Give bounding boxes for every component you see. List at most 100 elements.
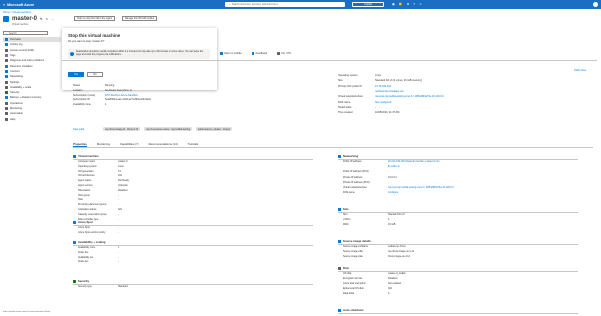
tags-edit-link[interactable]: Tags (edit) [73, 128, 99, 131]
property-key: Operating system [78, 164, 97, 168]
property-value: 4 [388, 218, 390, 222]
property-row: Status Running [73, 84, 114, 87]
global-search-input[interactable]: ⌕ Search resources, services, and docs (… [225, 2, 345, 7]
property-row: Capacity reservation group - [78, 213, 119, 216]
sidebar-item-icon [5, 59, 8, 63]
property-key: Private IP address (IPv6) [343, 180, 370, 184]
tag-pill[interactable]: rsp-rhcos-image-id : rhcos-4.14 [103, 127, 141, 132]
section-title: Azure Spot [78, 220, 93, 224]
section-net-section: Networking [338, 154, 358, 158]
feedback-icon[interactable]: ☺ [419, 2, 422, 6]
property-key: Agent version [78, 184, 93, 187]
search-placeholder: Search resources, services, and docs (G+… [231, 3, 278, 6]
favorite-icon[interactable]: ☆ [46, 17, 49, 21]
sidebar-item-label: Settings [10, 80, 20, 84]
property-value[interactable]: rsp-vnet-rsp-redhat-testing-vnet-3 / 10f… [375, 95, 444, 98]
section-title: Disk [343, 266, 349, 270]
sidebar-item-label: Diagnose and solve problems [10, 59, 45, 63]
property-value: rsp-rhcos-image-os-4.14 [388, 250, 415, 254]
tab-manage-notification[interactable]: Manage this VM with Copilot [122, 16, 158, 21]
property-key: Availability zone [73, 103, 91, 107]
property-key [343, 165, 388, 168]
property-row: lb-public-ip [343, 165, 400, 168]
notifications-icon[interactable]: 🔔 [399, 2, 403, 6]
avatar [593, 1, 598, 7]
breadcrumb[interactable]: Home > Virtual machines [3, 11, 31, 14]
property-value: Disabled [118, 188, 128, 192]
json-view-link[interactable]: JSON View [574, 69, 586, 72]
tab-stop-notification[interactable]: Help me stop this VM in the region [74, 16, 116, 21]
property-value: 0 [388, 292, 390, 295]
property-value[interactable]: Configure [388, 191, 398, 194]
property-row: Azure disk encryption Not enabled [343, 282, 401, 285]
property-value: Standard [118, 285, 128, 288]
settings-icon[interactable]: ⚙ [407, 2, 410, 6]
property-value: - [118, 255, 119, 259]
dialog-question: Do you want to stop 'master-0'? [68, 40, 105, 43]
property-key: Availability zone [78, 246, 96, 249]
property-value: Southeast Asia (Zone 1) [105, 88, 132, 92]
property-key: Agent status [78, 179, 92, 183]
property-value: 10.0.0.4 [388, 175, 397, 179]
property-row: Time created 10/25/2023, 11:37 AM [338, 111, 399, 114]
sidebar-search-input[interactable]: ⌕ Search [3, 31, 48, 35]
copilot-button[interactable]: Copilot [352, 2, 384, 7]
sidebar-item-label: Backup + disaster recovery [10, 96, 42, 100]
toolbar-feedback-button[interactable]: Feedback [251, 52, 267, 55]
yes-button[interactable]: Yes [68, 72, 84, 77]
cloud-shell-icon[interactable]: ▣ [392, 2, 395, 6]
property-value[interactable]: rsp-vnet-rsp-redhat-testing-vnet-3 / 10f… [388, 186, 454, 189]
page-subtitle: Virtual machine [12, 23, 29, 26]
tag-pill[interactable]: rsp-rh-resource-name : rsp-redhat-testin… [144, 127, 193, 132]
sidebar-item-label: Automation [10, 112, 24, 116]
sidebar-item-help[interactable]: Help [3, 116, 61, 121]
pin-icon[interactable]: ✎ [40, 17, 43, 21]
property-value[interactable]: Not configured [375, 101, 391, 104]
brand[interactable]: ≡ Microsoft Azure [3, 3, 34, 7]
property-value: N/A [118, 208, 122, 211]
menu-icon[interactable]: ≡ [3, 3, 5, 7]
toolbar-icon [277, 52, 280, 55]
property-row: Availability set - [78, 256, 119, 259]
toolbar-label: CLI / PS [281, 52, 291, 55]
more-icon[interactable]: … [51, 17, 54, 21]
property-row: Encryption at host Disabled [343, 277, 397, 280]
property-value: Not Ready [118, 179, 130, 183]
property-key: Public IP address [343, 160, 362, 163]
section-icon [73, 220, 76, 224]
section-icon [73, 279, 76, 283]
toolbar-open-in-mobile-button[interactable]: Open in mobile [220, 52, 242, 55]
property-key: Security type [78, 285, 92, 288]
property-value: - [118, 203, 119, 207]
property-key: RAM [343, 223, 349, 227]
property-row: Virtual network/subnet rsp-vnet-rsp-redha… [338, 95, 444, 98]
sidebar-item-icon [5, 48, 8, 52]
help-icon[interactable]: ? [413, 2, 415, 6]
property-row: Azure Spot eviction policy - [78, 231, 119, 234]
property-value[interactable]: 20.212.139.145 (Network interface master… [388, 160, 439, 163]
toolbar-cli-ps-button[interactable]: CLI / PS [277, 52, 291, 55]
property-value[interactable]: lb-public-ip [388, 165, 400, 168]
account-menu[interactable] [593, 1, 598, 8]
property-row: Scale Set - [78, 251, 119, 254]
section-icon [73, 240, 76, 244]
property-key: Location [73, 88, 83, 92]
property-value[interactable]: northeurope.cloudapp.net [375, 90, 404, 93]
property-value[interactable]: RHT-DevOps-Azure-Sandbox [105, 94, 138, 97]
sidebar-search-placeholder: Search [8, 31, 17, 35]
property-row: Primary NIC public IP 13.76.182.224 [338, 85, 391, 88]
property-value[interactable]: 13.76.182.224 [375, 85, 391, 88]
property-key: Azure Spot [78, 226, 90, 229]
property-value[interactable]: 1 [118, 246, 119, 249]
tag-pill[interactable]: kubernetes.io_cluster : owned [196, 127, 232, 132]
no-button[interactable]: No [87, 72, 103, 77]
property-key: Health state [338, 105, 352, 109]
stop-vm-dialog: Stop this virtual machine Do you want to… [62, 28, 217, 90]
section-icon [338, 308, 341, 312]
sidebar: Overview Activity log Access control (IAM)… [3, 37, 61, 122]
sidebar-item-icon [5, 91, 8, 95]
property-key: Scale Set [78, 250, 89, 254]
property-row: Source image plan rhcos-image-os-4.14 [343, 255, 410, 258]
property-key: Colocation status [78, 208, 97, 211]
section-title: Networking [343, 154, 359, 158]
